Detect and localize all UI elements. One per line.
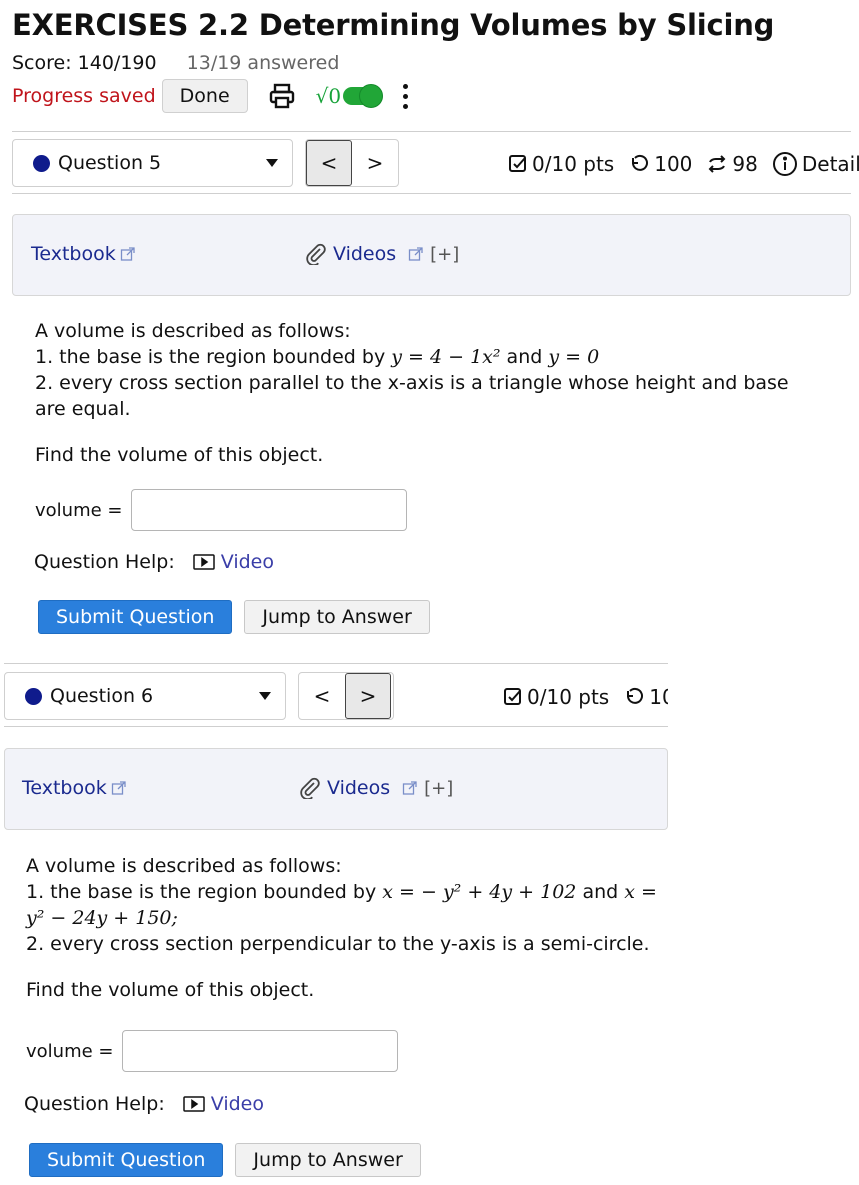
prev-question-button[interactable]: <	[306, 140, 352, 186]
question-help-label: Question Help:	[34, 551, 175, 573]
video-help-link[interactable]: Video	[183, 1093, 264, 1115]
divider	[12, 193, 851, 194]
submit-question-button[interactable]: Submit Question	[38, 600, 233, 634]
textbook-link[interactable]: Textbook	[31, 243, 136, 265]
expand-toggle[interactable]: [+]	[424, 778, 453, 799]
find-text: Find the volume of this object.	[26, 979, 315, 1001]
divider	[12, 131, 851, 132]
math-expression: y = 0	[548, 346, 600, 368]
question-help-label: Question Help:	[24, 1093, 165, 1115]
checkbox-icon	[504, 688, 521, 705]
checkbox-icon	[509, 155, 526, 172]
line-1: 1. the base is the region bounded by x =…	[26, 881, 657, 929]
external-link-icon	[120, 247, 135, 261]
play-icon	[193, 554, 215, 570]
math-expression: x = − y² + 4y + 102	[382, 881, 577, 903]
chevron-down-icon	[259, 692, 271, 700]
videos-link[interactable]: Videos [+]	[305, 243, 459, 265]
print-icon[interactable]	[268, 82, 296, 110]
action-row: Submit Question Jump to Answer	[29, 1143, 421, 1177]
toolbar: Progress saved Done √0	[12, 78, 409, 114]
resources-box: Textbook Videos [+]	[4, 748, 668, 830]
answered-count: 13/19 answered	[186, 52, 340, 74]
kebab-menu-icon[interactable]	[403, 83, 409, 109]
question-nav: < >	[298, 672, 394, 720]
sqrt-icon: √0	[315, 84, 342, 108]
next-question-button[interactable]: >	[352, 140, 398, 186]
question-selector-label: Question 5	[58, 152, 162, 174]
paperclip-icon	[300, 777, 320, 799]
question-text: A volume is described as follows: 1. the…	[35, 318, 825, 468]
info-icon	[772, 152, 797, 176]
undo-icon	[632, 154, 649, 171]
page-title: EXERCISES 2.2 Determining Volumes by Sli…	[12, 8, 775, 42]
question-selector[interactable]: Question 5	[12, 139, 293, 187]
progress-status: Progress saved	[12, 85, 156, 107]
line-1: 1. the base is the region bounded by y =…	[35, 346, 600, 368]
resources-box: Textbook Videos [+]	[12, 214, 851, 296]
volume-input[interactable]	[130, 489, 407, 531]
math-expression: y = 4 − 1x²	[391, 346, 507, 368]
undo-icon	[627, 687, 644, 704]
done-button[interactable]: Done	[161, 79, 248, 113]
jump-to-answer-button[interactable]: Jump to Answer	[235, 1143, 421, 1177]
external-link-icon	[402, 781, 417, 795]
toggle-switch[interactable]	[343, 84, 384, 108]
external-link-icon	[111, 781, 126, 795]
toggle-knob	[359, 84, 384, 108]
volume-label: volume =	[26, 1040, 114, 1062]
points: 0/10 pts	[503, 685, 609, 709]
question-help: Question Help: Video	[24, 1093, 264, 1115]
retries: 98	[706, 152, 758, 176]
question-nav: < >	[305, 139, 399, 187]
volume-row: volume =	[35, 489, 407, 531]
play-icon	[183, 1096, 205, 1112]
question-meta: 0/10 pts 10	[503, 685, 668, 709]
retry-icon	[709, 155, 726, 173]
score-text: Score: 140/190	[12, 52, 157, 74]
status-dot	[33, 154, 50, 172]
chevron-down-icon	[266, 159, 278, 167]
math-toggle[interactable]: √0	[315, 84, 384, 108]
attempts: 10	[623, 685, 668, 709]
jump-to-answer-button[interactable]: Jump to Answer	[244, 600, 430, 634]
details-link[interactable]: Details	[772, 151, 859, 177]
attempts: 100	[628, 152, 692, 176]
next-question-button[interactable]: >	[345, 673, 391, 719]
volume-label: volume =	[35, 499, 123, 521]
action-row: Submit Question Jump to Answer	[38, 600, 430, 634]
question-help: Question Help: Video	[34, 551, 274, 573]
status-dot	[25, 687, 42, 705]
question-text: A volume is described as follows: 1. the…	[26, 853, 666, 1003]
videos-link[interactable]: Videos [+]	[299, 777, 453, 799]
divider	[4, 726, 668, 727]
line-2: 2. every cross section perpendicular to …	[26, 933, 650, 955]
submit-question-button[interactable]: Submit Question	[29, 1143, 224, 1177]
find-text: Find the volume of this object.	[35, 444, 324, 466]
prev-question-button[interactable]: <	[299, 673, 345, 719]
textbook-link[interactable]: Textbook	[22, 777, 127, 799]
paperclip-icon	[306, 243, 326, 265]
question-meta: 0/10 pts 100 98 Details	[508, 151, 859, 177]
question-selector[interactable]: Question 6	[4, 672, 286, 720]
volume-input[interactable]	[121, 1030, 398, 1072]
external-link-icon	[408, 247, 423, 261]
expand-toggle[interactable]: [+]	[430, 244, 459, 265]
volume-row: volume =	[26, 1030, 398, 1072]
intro: A volume is described as follows:	[26, 855, 342, 877]
line-2: 2. every cross section parallel to the x…	[35, 372, 789, 420]
intro: A volume is described as follows:	[35, 320, 351, 342]
points: 0/10 pts	[508, 152, 614, 176]
divider	[4, 663, 668, 664]
score-line: Score: 140/190 13/19 answered	[12, 52, 339, 74]
video-help-link[interactable]: Video	[193, 551, 274, 573]
question-selector-label: Question 6	[50, 685, 154, 707]
